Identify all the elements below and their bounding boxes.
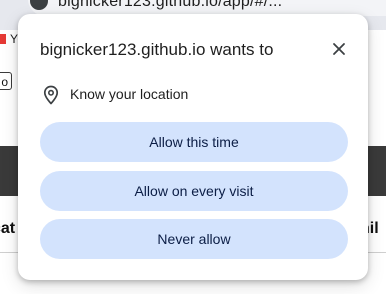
page-select[interactable]: o <box>0 72 12 90</box>
bookmark-favicon-icon <box>0 34 6 44</box>
location-pin-icon <box>43 85 59 105</box>
address-bar-url: bignicker123.github.io/app/#/... <box>58 0 283 10</box>
never-allow-button[interactable]: Never allow <box>40 219 348 259</box>
close-icon <box>333 43 345 55</box>
allow-every-visit-button[interactable]: Allow on every visit <box>40 171 348 211</box>
permission-dialog: bignicker123.github.io wants to Know you… <box>18 14 368 280</box>
dialog-title: bignicker123.github.io wants to <box>40 40 274 59</box>
permission-row: Know your location <box>40 84 340 106</box>
browser-window: bignicker123.github.io/app/#/... Y o cat… <box>0 0 386 294</box>
page-heading-left: cat <box>0 220 16 237</box>
permission-label: Know your location <box>70 86 189 102</box>
close-button[interactable] <box>328 38 350 60</box>
bookmark-item[interactable]: Y <box>10 32 18 46</box>
allow-this-time-button[interactable]: Allow this time <box>40 122 348 162</box>
